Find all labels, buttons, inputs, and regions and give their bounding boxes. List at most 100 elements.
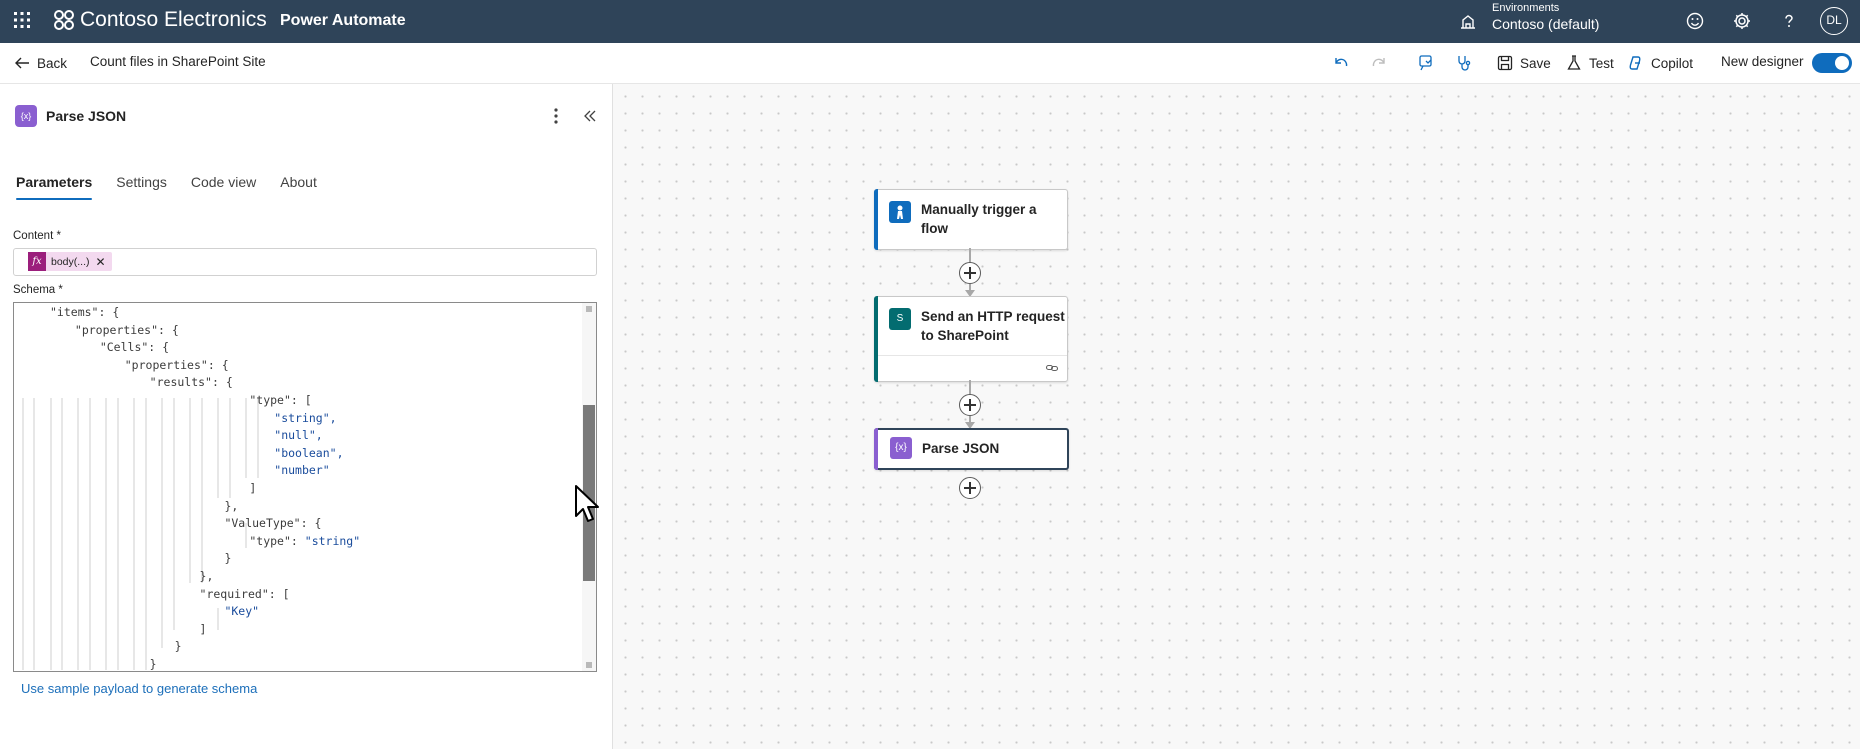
expression-token[interactable]: fx body(...) ✕ xyxy=(28,252,112,271)
save-label: Save xyxy=(1520,55,1551,71)
flow-node-parse-json[interactable]: {x} Parse JSON xyxy=(874,428,1069,470)
save-icon xyxy=(1497,55,1513,71)
schema-line: "properties": { xyxy=(74,322,179,337)
schema-line: "number" xyxy=(274,463,330,478)
insert-step-button[interactable] xyxy=(959,262,981,284)
link-icon xyxy=(1045,364,1059,372)
schema-line: ] xyxy=(249,481,257,495)
back-button[interactable]: Back xyxy=(13,54,67,72)
manual-trigger-icon xyxy=(889,201,911,223)
schema-line: "type": "string" xyxy=(249,533,361,548)
copilot-label: Copilot xyxy=(1651,55,1694,71)
command-bar: Back Count files in SharePoint Site Save… xyxy=(0,43,1860,84)
product-name: Power Automate xyxy=(280,12,406,29)
schema-line: "type": [ xyxy=(249,393,312,407)
schema-line: } xyxy=(174,639,182,654)
save-button[interactable]: Save xyxy=(1496,54,1551,72)
test-beaker-icon xyxy=(1567,55,1581,70)
schema-line: "properties": { xyxy=(124,357,229,372)
insert-step-button[interactable] xyxy=(959,394,981,416)
node-title: Manually trigger a flow xyxy=(921,202,1037,236)
undo-icon xyxy=(1335,58,1348,67)
schema-line: "string", xyxy=(274,410,337,425)
flow-node-manual-trigger[interactable]: Manually trigger a flow xyxy=(874,189,1068,250)
expression-fx-icon: fx xyxy=(28,252,46,271)
app-launcher-icon[interactable] xyxy=(12,10,32,30)
redo-icon xyxy=(1372,58,1385,67)
scroll-up-arrow[interactable] xyxy=(586,306,592,312)
schema-line: }, xyxy=(224,498,239,513)
remove-token-icon[interactable]: ✕ xyxy=(96,255,112,269)
environment-picker[interactable]: Contoso (default) xyxy=(1492,16,1599,32)
new-designer-toggle[interactable] xyxy=(1812,53,1852,73)
schema-line: "null", xyxy=(274,428,323,443)
environment-icon[interactable] xyxy=(1458,11,1478,31)
flow-name: Count files in SharePoint Site xyxy=(90,54,266,69)
copilot-icon xyxy=(1629,56,1641,70)
more-options-icon[interactable] xyxy=(550,106,562,126)
settings-gear-icon[interactable] xyxy=(1731,10,1753,32)
schema-line: "required": [ xyxy=(199,586,290,601)
flow-checker-button[interactable] xyxy=(1417,54,1435,72)
flow-name-text: Count files in SharePoint Site xyxy=(90,54,266,69)
feedback-smiley-icon[interactable] xyxy=(1684,10,1706,32)
schema-label: Schema * xyxy=(13,284,63,296)
brand-logo-icon xyxy=(54,10,74,30)
test-label: Test xyxy=(1589,55,1614,71)
tab-parameters[interactable]: Parameters xyxy=(16,174,93,200)
panel-title[interactable]: Parse JSON xyxy=(46,108,126,124)
test-button[interactable]: Test xyxy=(1565,54,1614,72)
stethoscope-icon xyxy=(1458,56,1471,71)
schema-line: "items": { xyxy=(50,305,120,319)
stethoscope-button[interactable] xyxy=(1455,54,1473,72)
help-icon[interactable] xyxy=(1778,10,1800,32)
collapse-panel-icon[interactable] xyxy=(582,108,598,124)
back-label: Back xyxy=(37,55,68,71)
copilot-button[interactable]: Copilot xyxy=(1627,54,1693,72)
node-accent-bar xyxy=(874,296,878,382)
schema-line: ] xyxy=(199,621,207,636)
sample-payload-link[interactable]: Use sample payload to generate schema xyxy=(21,681,257,696)
undo-button[interactable] xyxy=(1332,54,1350,72)
schema-line: }, xyxy=(199,569,214,583)
tab-code-view[interactable]: Code view xyxy=(191,174,256,200)
schema-line: "boolean", xyxy=(274,445,344,460)
add-step-button[interactable] xyxy=(959,477,981,499)
schema-line: "Key" xyxy=(224,604,260,619)
node-title: Send an HTTP request to SharePoint xyxy=(921,309,1065,343)
schema-line: "Cells": { xyxy=(99,340,170,355)
parse-json-node-icon: {x} xyxy=(890,437,912,459)
new-designer-label: New designer xyxy=(1721,54,1804,69)
content-label: Content * xyxy=(13,230,61,242)
node-accent-bar xyxy=(874,189,878,250)
flow-checker-icon xyxy=(1419,55,1432,71)
action-details-panel: {x} Parse JSON Parameters Settings Code … xyxy=(0,84,613,749)
schema-editor[interactable]: "items": { "properties": { "Cells": { "prop… xyxy=(13,302,597,672)
schema-line: } xyxy=(224,551,232,566)
flow-canvas[interactable]: Manually trigger a flow S Send an HTTP re… xyxy=(613,84,1860,749)
tab-settings[interactable]: Settings xyxy=(116,174,167,200)
scroll-down-arrow[interactable] xyxy=(586,662,592,668)
token-text: body(...) xyxy=(51,255,90,268)
brand[interactable]: Contoso Electronics xyxy=(52,8,267,32)
sharepoint-icon: S xyxy=(889,308,911,330)
environment-label: Environments xyxy=(1492,2,1560,14)
redo-button[interactable] xyxy=(1370,54,1388,72)
schema-line: } xyxy=(149,657,157,671)
top-bar: Contoso Electronics Power Automate Envir… xyxy=(0,0,1860,43)
arrow-left-icon xyxy=(15,57,29,69)
flow-node-sharepoint-http[interactable]: S Send an HTTP request to SharePoint xyxy=(874,296,1068,382)
node-accent-bar xyxy=(874,428,878,470)
indent-guides xyxy=(22,398,259,670)
panel-tabs: Parameters Settings Code view About xyxy=(16,174,317,200)
schema-line: "results": { xyxy=(149,375,233,390)
user-avatar[interactable]: DL xyxy=(1820,7,1848,35)
new-designer-text: New designer xyxy=(1721,54,1804,69)
tab-about[interactable]: About xyxy=(280,174,317,200)
brand-name: Contoso Electronics xyxy=(80,8,267,31)
mouse-pointer-icon xyxy=(575,485,599,522)
node-divider xyxy=(878,355,1067,356)
schema-line: "ValueType": { xyxy=(224,516,322,531)
node-title: Parse JSON xyxy=(922,441,1000,456)
content-input[interactable]: fx body(...) ✕ xyxy=(13,248,597,276)
